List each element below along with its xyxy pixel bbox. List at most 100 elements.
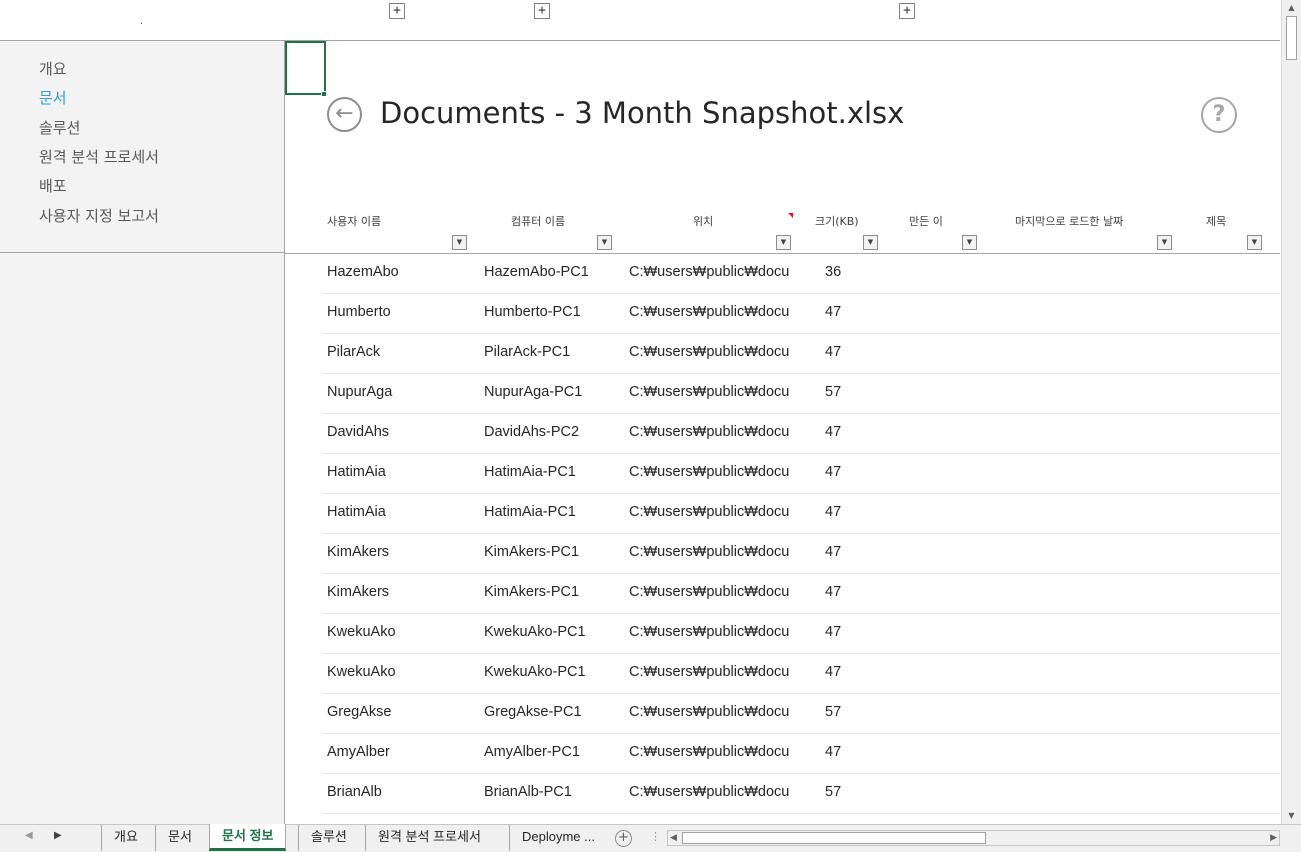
cell-user-name[interactable]: GregAkse (327, 704, 477, 720)
nav-item-solutions[interactable]: 솔루션 (39, 117, 80, 138)
cell-location[interactable]: C:₩users₩public₩docu (629, 544, 791, 560)
tab-split-handle-icon[interactable]: ⋮ (650, 830, 661, 843)
vertical-scrollbar[interactable]: ▲ ▼ (1281, 0, 1301, 826)
cell-location[interactable]: C:₩users₩public₩docu (629, 264, 791, 280)
tab-scroll-right-icon[interactable]: ▶ (54, 830, 62, 841)
cell-computer-name[interactable]: HatimAia-PC1 (484, 504, 624, 520)
table-row[interactable]: HatimAia HatimAia-PC1 C:₩users₩public₩do… (323, 494, 1280, 534)
cell-computer-name[interactable]: PilarAck-PC1 (484, 344, 624, 360)
scroll-left-arrow-icon[interactable]: ◀ (670, 831, 677, 845)
filter-dropdown-icon[interactable]: ▼ (1247, 235, 1262, 250)
cell-location[interactable]: C:₩users₩public₩docu (629, 304, 791, 320)
scroll-up-arrow-icon[interactable]: ▲ (1285, 2, 1298, 14)
cell-user-name[interactable]: HazemAbo (327, 264, 477, 280)
filter-dropdown-icon[interactable]: ▼ (1157, 235, 1172, 250)
filter-dropdown-icon[interactable]: ▼ (597, 235, 612, 250)
expand-group-plus-icon[interactable]: + (389, 3, 405, 19)
horizontal-scrollbar[interactable]: ◀ ▶ (667, 830, 1280, 846)
cell-computer-name[interactable]: AmyAlber-PC1 (484, 744, 624, 760)
scroll-down-arrow-icon[interactable]: ▼ (1285, 810, 1298, 822)
cell-user-name[interactable]: KimAkers (327, 584, 477, 600)
horizontal-scroll-thumb[interactable] (682, 832, 986, 844)
cell-user-name[interactable]: PilarAck (327, 344, 477, 360)
cell-user-name[interactable]: KwekuAko (327, 664, 477, 680)
cell-user-name[interactable]: AmyAlber (327, 744, 477, 760)
cell-size[interactable]: 57 (825, 384, 865, 400)
sheet-tab-document-info[interactable]: 문서 정보 (209, 824, 287, 851)
cell-size[interactable]: 47 (825, 744, 865, 760)
cell-location[interactable]: C:₩users₩public₩docu (629, 744, 791, 760)
cell-size[interactable]: 47 (825, 624, 865, 640)
fill-handle[interactable] (321, 91, 327, 97)
cell-size[interactable]: 57 (825, 784, 865, 800)
nav-item-documents[interactable]: 문서 (39, 87, 67, 108)
filter-dropdown-icon[interactable]: ▼ (962, 235, 977, 250)
cell-user-name[interactable]: NupurAga (327, 384, 477, 400)
cell-size[interactable]: 47 (825, 664, 865, 680)
filter-dropdown-icon[interactable]: ▼ (863, 235, 878, 250)
sheet-tab-solutions[interactable]: 솔루션 (298, 825, 359, 851)
nav-item-telemetry-processor[interactable]: 원격 분석 프로세서 (39, 146, 159, 167)
filter-dropdown-icon[interactable]: ▼ (776, 235, 791, 250)
cell-size[interactable]: 47 (825, 424, 865, 440)
cell-computer-name[interactable]: KwekuAko-PC1 (484, 624, 624, 640)
cell-location[interactable]: C:₩users₩public₩docu (629, 704, 791, 720)
cell-location[interactable]: C:₩users₩public₩docu (629, 464, 791, 480)
add-sheet-plus-icon[interactable]: + (615, 830, 632, 847)
table-row[interactable]: KwekuAko KwekuAko-PC1 C:₩users₩public₩do… (323, 654, 1280, 694)
sheet-tab-documents[interactable]: 문서 (155, 825, 204, 851)
table-row[interactable]: Humberto Humberto-PC1 C:₩users₩public₩do… (323, 294, 1280, 334)
cell-location[interactable]: C:₩users₩public₩docu (629, 784, 791, 800)
table-row[interactable]: PilarAck PilarAck-PC1 C:₩users₩public₩do… (323, 334, 1280, 374)
cell-computer-name[interactable]: KimAkers-PC1 (484, 584, 624, 600)
cell-computer-name[interactable]: HazemAbo-PC1 (484, 264, 624, 280)
table-row[interactable]: GregAkse GregAkse-PC1 C:₩users₩public₩do… (323, 694, 1280, 734)
cell-location[interactable]: C:₩users₩public₩docu (629, 384, 791, 400)
cell-location[interactable]: C:₩users₩public₩docu (629, 344, 791, 360)
nav-item-deployment[interactable]: 배포 (39, 175, 67, 196)
cell-user-name[interactable]: DavidAhs (327, 424, 477, 440)
cell-computer-name[interactable]: KimAkers-PC1 (484, 544, 624, 560)
cell-user-name[interactable]: HatimAia (327, 464, 477, 480)
cell-user-name[interactable]: KimAkers (327, 544, 477, 560)
cell-size[interactable]: 47 (825, 584, 865, 600)
cell-size[interactable]: 47 (825, 304, 865, 320)
back-arrow-icon[interactable]: ← (327, 97, 362, 132)
cell-user-name[interactable]: HatimAia (327, 504, 477, 520)
cell-computer-name[interactable]: DavidAhs-PC2 (484, 424, 624, 440)
table-row[interactable]: HazemAbo HazemAbo-PC1 C:₩users₩public₩do… (323, 254, 1280, 294)
table-row[interactable]: KwekuAko KwekuAko-PC1 C:₩users₩public₩do… (323, 614, 1280, 654)
cell-location[interactable]: C:₩users₩public₩docu (629, 584, 791, 600)
table-row[interactable]: NupurAga NupurAga-PC1 C:₩users₩public₩do… (323, 374, 1280, 414)
cell-size[interactable]: 57 (825, 704, 865, 720)
cell-size[interactable]: 36 (825, 264, 865, 280)
cell-computer-name[interactable]: GregAkse-PC1 (484, 704, 624, 720)
cell-computer-name[interactable]: KwekuAko-PC1 (484, 664, 624, 680)
cell-computer-name[interactable]: BrianAlb-PC1 (484, 784, 624, 800)
cell-user-name[interactable]: Humberto (327, 304, 477, 320)
sheet-tab-overview[interactable]: 개요 (101, 825, 150, 851)
cell-computer-name[interactable]: NupurAga-PC1 (484, 384, 624, 400)
cell-location[interactable]: C:₩users₩public₩docu (629, 504, 791, 520)
selected-cell[interactable] (285, 41, 326, 95)
cell-location[interactable]: C:₩users₩public₩docu (629, 664, 791, 680)
cell-location[interactable]: C:₩users₩public₩docu (629, 424, 791, 440)
scroll-right-arrow-icon[interactable]: ▶ (1270, 831, 1277, 845)
table-row[interactable]: AmyAlber AmyAlber-PC1 C:₩users₩public₩do… (323, 734, 1280, 774)
table-row[interactable]: KimAkers KimAkers-PC1 C:₩users₩public₩do… (323, 534, 1280, 574)
table-row[interactable]: DavidAhs DavidAhs-PC2 C:₩users₩public₩do… (323, 414, 1280, 454)
cell-user-name[interactable]: BrianAlb (327, 784, 477, 800)
cell-size[interactable]: 47 (825, 544, 865, 560)
cell-user-name[interactable]: KwekuAko (327, 624, 477, 640)
nav-item-custom-reports[interactable]: 사용자 지정 보고서 (39, 205, 159, 226)
vertical-scroll-thumb[interactable] (1286, 16, 1297, 60)
tab-scroll-left-icon[interactable]: ◀ (25, 830, 33, 841)
help-question-icon[interactable]: ? (1201, 97, 1237, 133)
cell-computer-name[interactable]: Humberto-PC1 (484, 304, 624, 320)
expand-group-plus-icon[interactable]: + (899, 3, 915, 19)
cell-computer-name[interactable]: HatimAia-PC1 (484, 464, 624, 480)
sheet-tab-deployment[interactable]: Deployme ... (509, 825, 607, 851)
left-top-cell[interactable]: . (0, 0, 285, 41)
table-row[interactable]: KimAkers KimAkers-PC1 C:₩users₩public₩do… (323, 574, 1280, 614)
filter-dropdown-icon[interactable]: ▼ (452, 235, 467, 250)
